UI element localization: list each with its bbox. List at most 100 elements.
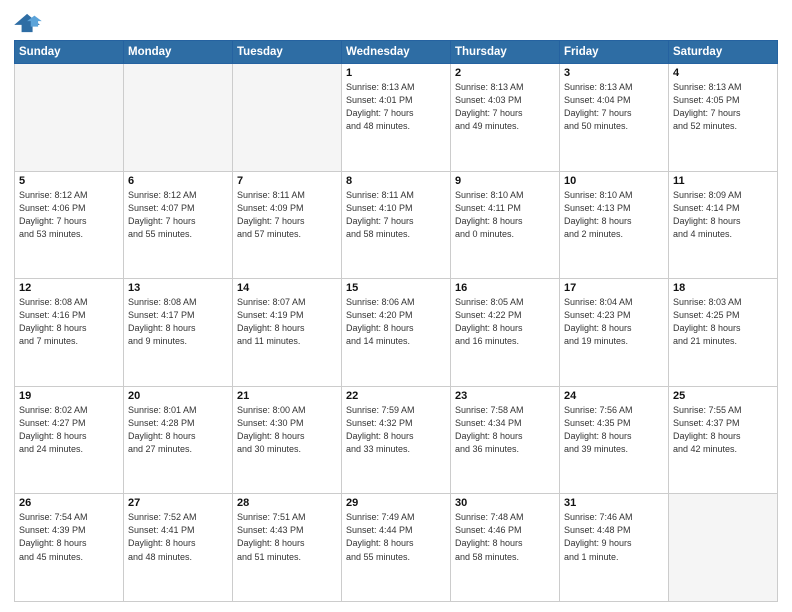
cell-line: Daylight: 8 hours [19,322,119,335]
cell-line: Sunset: 4:34 PM [455,417,555,430]
cell-line: Daylight: 9 hours [564,537,664,550]
weekday-header: Wednesday [342,41,451,64]
day-number: 12 [19,282,119,294]
cell-line: Daylight: 7 hours [673,107,773,120]
calendar-cell: 20Sunrise: 8:01 AMSunset: 4:28 PMDayligh… [124,386,233,494]
cell-line: and 19 minutes. [564,335,664,348]
cell-line: Daylight: 7 hours [346,107,446,120]
cell-line: and 1 minute. [564,551,664,564]
calendar-cell: 15Sunrise: 8:06 AMSunset: 4:20 PMDayligh… [342,279,451,387]
calendar-cell: 12Sunrise: 8:08 AMSunset: 4:16 PMDayligh… [15,279,124,387]
cell-line: Daylight: 8 hours [455,537,555,550]
cell-line: Sunrise: 7:52 AM [128,511,228,524]
cell-line: and 30 minutes. [237,443,337,456]
cell-line: Daylight: 7 hours [455,107,555,120]
cell-line: Daylight: 7 hours [564,107,664,120]
day-number: 3 [564,67,664,79]
cell-line: Sunset: 4:48 PM [564,524,664,537]
cell-line: Daylight: 8 hours [128,537,228,550]
cell-line: Sunrise: 8:11 AM [346,189,446,202]
cell-line: and 55 minutes. [346,551,446,564]
cell-line: Sunset: 4:17 PM [128,309,228,322]
cell-line: Sunrise: 7:54 AM [19,511,119,524]
cell-line: Sunrise: 8:06 AM [346,296,446,309]
logo [14,12,46,34]
calendar-table: SundayMondayTuesdayWednesdayThursdayFrid… [14,40,778,602]
cell-line: and 58 minutes. [455,551,555,564]
cell-line: Sunset: 4:01 PM [346,94,446,107]
logo-icon [14,12,42,34]
cell-text: Sunrise: 8:07 AMSunset: 4:19 PMDaylight:… [237,296,337,348]
cell-line: Daylight: 8 hours [564,322,664,335]
cell-text: Sunrise: 7:55 AMSunset: 4:37 PMDaylight:… [673,404,773,456]
day-number: 4 [673,67,773,79]
cell-line: Sunset: 4:06 PM [19,202,119,215]
cell-line: Daylight: 8 hours [455,215,555,228]
cell-text: Sunrise: 8:11 AMSunset: 4:09 PMDaylight:… [237,189,337,241]
cell-line: Sunset: 4:28 PM [128,417,228,430]
cell-line: and 21 minutes. [673,335,773,348]
cell-line: Sunset: 4:14 PM [673,202,773,215]
cell-text: Sunrise: 8:00 AMSunset: 4:30 PMDaylight:… [237,404,337,456]
day-number: 13 [128,282,228,294]
calendar-week-row: 1Sunrise: 8:13 AMSunset: 4:01 PMDaylight… [15,64,778,172]
day-number: 26 [19,497,119,509]
cell-line: Daylight: 8 hours [237,430,337,443]
day-number: 31 [564,497,664,509]
day-number: 27 [128,497,228,509]
day-number: 9 [455,175,555,187]
cell-line: Daylight: 8 hours [455,430,555,443]
cell-line: Sunset: 4:11 PM [455,202,555,215]
cell-text: Sunrise: 7:51 AMSunset: 4:43 PMDaylight:… [237,511,337,563]
cell-line: and 57 minutes. [237,228,337,241]
cell-line: Sunrise: 8:11 AM [237,189,337,202]
calendar-cell: 24Sunrise: 7:56 AMSunset: 4:35 PMDayligh… [560,386,669,494]
calendar-cell: 5Sunrise: 8:12 AMSunset: 4:06 PMDaylight… [15,171,124,279]
cell-line: Daylight: 8 hours [673,322,773,335]
cell-line: and 58 minutes. [346,228,446,241]
cell-line: Sunrise: 8:09 AM [673,189,773,202]
cell-text: Sunrise: 8:13 AMSunset: 4:03 PMDaylight:… [455,81,555,133]
calendar-cell: 13Sunrise: 8:08 AMSunset: 4:17 PMDayligh… [124,279,233,387]
cell-line: Sunset: 4:37 PM [673,417,773,430]
cell-text: Sunrise: 8:13 AMSunset: 4:04 PMDaylight:… [564,81,664,133]
cell-line: Sunrise: 8:08 AM [19,296,119,309]
cell-line: and 39 minutes. [564,443,664,456]
day-number: 30 [455,497,555,509]
cell-line: Sunset: 4:35 PM [564,417,664,430]
calendar-cell: 11Sunrise: 8:09 AMSunset: 4:14 PMDayligh… [669,171,778,279]
calendar-cell: 6Sunrise: 8:12 AMSunset: 4:07 PMDaylight… [124,171,233,279]
cell-line: Sunset: 4:19 PM [237,309,337,322]
calendar-cell: 31 Sunrise: 7:46 AMSunset: 4:48 PMDayligh… [560,494,669,602]
cell-text: Sunrise: 7:59 AMSunset: 4:32 PMDaylight:… [346,404,446,456]
cell-text: Sunrise: 7:46 AMSunset: 4:48 PMDaylight:… [564,511,664,563]
cell-line: and 48 minutes. [128,551,228,564]
cell-line: Sunset: 4:22 PM [455,309,555,322]
cell-line: Sunrise: 8:08 AM [128,296,228,309]
cell-line: Sunrise: 8:12 AM [19,189,119,202]
weekday-header: Saturday [669,41,778,64]
cell-line: and 55 minutes. [128,228,228,241]
cell-text: Sunrise: 8:09 AMSunset: 4:14 PMDaylight:… [673,189,773,241]
cell-line: Sunset: 4:32 PM [346,417,446,430]
cell-text: Sunrise: 8:06 AMSunset: 4:20 PMDaylight:… [346,296,446,348]
day-number: 7 [237,175,337,187]
cell-line: and 7 minutes. [19,335,119,348]
weekday-header: Tuesday [233,41,342,64]
calendar-header-row: SundayMondayTuesdayWednesdayThursdayFrid… [15,41,778,64]
cell-line: Daylight: 7 hours [128,215,228,228]
day-number: 8 [346,175,446,187]
cell-line: and 24 minutes. [19,443,119,456]
page: SundayMondayTuesdayWednesdayThursdayFrid… [0,0,792,612]
cell-line: and 53 minutes. [19,228,119,241]
cell-line: Daylight: 8 hours [564,430,664,443]
cell-line: Sunset: 4:30 PM [237,417,337,430]
weekday-header: Thursday [451,41,560,64]
cell-line: Sunset: 4:13 PM [564,202,664,215]
cell-line: and 9 minutes. [128,335,228,348]
cell-line: Daylight: 8 hours [455,322,555,335]
cell-text: Sunrise: 7:48 AMSunset: 4:46 PMDaylight:… [455,511,555,563]
calendar-cell [124,64,233,172]
cell-text: Sunrise: 8:11 AMSunset: 4:10 PMDaylight:… [346,189,446,241]
cell-text: Sunrise: 7:54 AMSunset: 4:39 PMDaylight:… [19,511,119,563]
